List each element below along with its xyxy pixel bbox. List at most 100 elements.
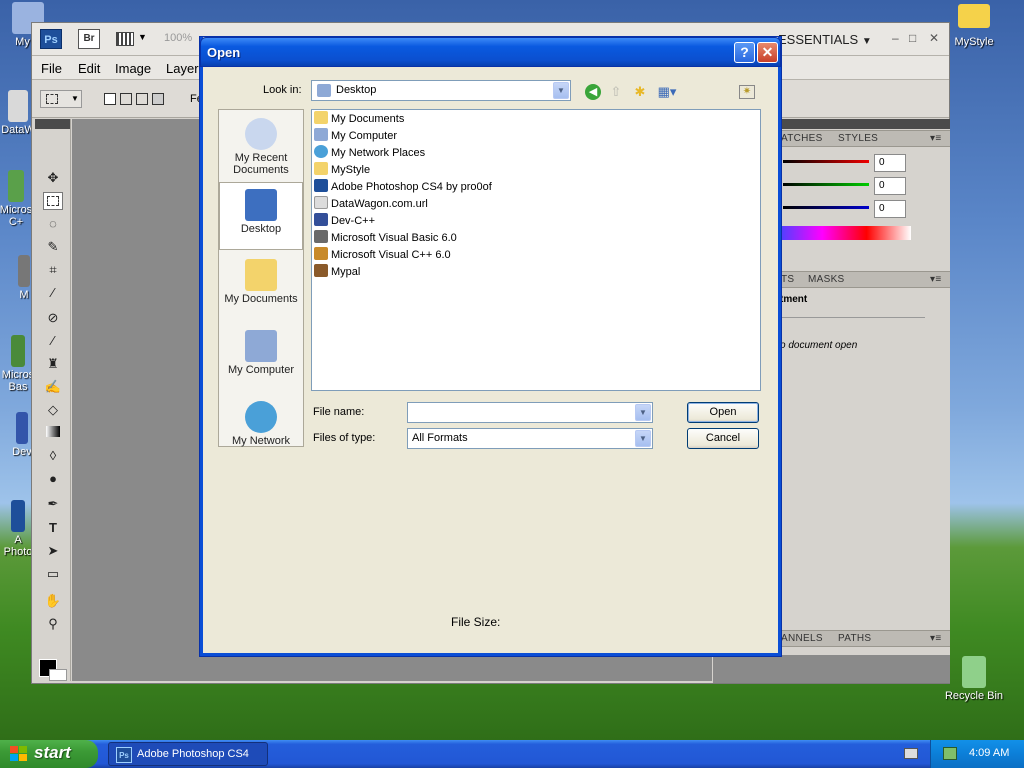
tool-preset-picker[interactable]: ▼ bbox=[40, 90, 82, 108]
selection-mode-subtract[interactable] bbox=[136, 93, 148, 105]
list-item[interactable]: Microsoft Visual Basic 6.0 bbox=[314, 230, 614, 247]
computer-icon bbox=[314, 128, 328, 141]
green-slider[interactable] bbox=[783, 183, 869, 186]
workspace-switcher[interactable]: ESSENTIALS ▼ bbox=[778, 32, 872, 47]
look-in-dropdown[interactable]: Desktop ▼ bbox=[311, 80, 571, 101]
up-folder-icon[interactable]: ⇧ bbox=[607, 83, 625, 101]
list-item[interactable]: DataWagon.com.url bbox=[314, 196, 614, 213]
list-item[interactable]: Dev-C++ bbox=[314, 213, 614, 230]
list-item[interactable]: Mypal bbox=[314, 264, 614, 281]
type-tool-icon[interactable]: T bbox=[43, 519, 63, 537]
place-recent-documents[interactable]: My Recent Documents bbox=[219, 112, 303, 182]
brush-tool-icon[interactable]: ∕ bbox=[43, 332, 63, 350]
pen-tool-icon[interactable]: ✒ bbox=[43, 495, 63, 513]
list-item[interactable]: My Documents bbox=[314, 111, 614, 128]
desktop-icon-label: M bbox=[19, 289, 29, 301]
zoom-tool-icon[interactable]: ⚲ bbox=[43, 615, 63, 633]
hand-tool-icon[interactable]: ✋ bbox=[43, 592, 63, 610]
menu-file[interactable]: File bbox=[41, 61, 62, 76]
tab-styles[interactable]: STYLES bbox=[838, 133, 878, 144]
eraser-tool-icon[interactable]: ◇ bbox=[43, 401, 63, 419]
selection-mode-add[interactable] bbox=[120, 93, 132, 105]
lasso-tool-icon[interactable]: ◌ bbox=[43, 215, 63, 233]
desktop-icon-recycle-bin[interactable]: Recycle Bin bbox=[942, 656, 1006, 702]
tab-channels[interactable]: ANNELS bbox=[781, 633, 823, 644]
open-button[interactable]: Open bbox=[687, 402, 759, 423]
quick-select-tool-icon[interactable]: ✎ bbox=[43, 238, 63, 256]
taskbar-item-label: Adobe Photoshop CS4 bbox=[137, 748, 249, 760]
tab-masks[interactable]: MASKS bbox=[808, 274, 845, 285]
selection-mode-intersect[interactable] bbox=[152, 93, 164, 105]
background-color-swatch[interactable] bbox=[49, 669, 67, 681]
green-value-field[interactable]: 0 bbox=[874, 177, 906, 195]
panel-menu-icon[interactable]: ▾≡ bbox=[930, 133, 941, 144]
desktop-icon-mystyle[interactable]: MyStyle bbox=[942, 4, 1006, 48]
list-item[interactable]: MyStyle bbox=[314, 162, 614, 179]
chevron-down-icon[interactable]: ▼ bbox=[635, 404, 651, 421]
chevron-down-icon[interactable]: ▼ bbox=[138, 32, 147, 42]
files-of-type-dropdown[interactable]: All Formats ▼ bbox=[407, 428, 653, 449]
blue-value-field[interactable]: 0 bbox=[874, 200, 906, 218]
bridge-button[interactable]: Br bbox=[78, 29, 100, 49]
menu-layer[interactable]: Layer bbox=[166, 61, 199, 76]
ps-tools-panel: ✥ ◌ ✎ ⌗ ⁄ ⊘ ∕ ♜ ✍ ◇ ◊ ● ✒ T ➤ ▭ ✋ ⚲ bbox=[35, 119, 71, 681]
red-value-field[interactable]: 0 bbox=[874, 154, 906, 172]
list-item[interactable]: Adobe Photoshop CS4 by pro0of bbox=[314, 179, 614, 196]
keyboard-icon[interactable] bbox=[904, 748, 918, 759]
place-my-network[interactable]: My Network bbox=[219, 395, 303, 465]
close-button[interactable]: ✕ bbox=[757, 42, 778, 63]
path-select-tool-icon[interactable]: ➤ bbox=[43, 542, 63, 560]
file-name-field[interactable]: ▼ bbox=[407, 402, 653, 423]
cancel-button[interactable]: Cancel bbox=[687, 428, 759, 449]
red-slider[interactable] bbox=[783, 160, 869, 163]
tab-paths[interactable]: PATHS bbox=[838, 633, 871, 644]
menu-image[interactable]: Image bbox=[115, 61, 151, 76]
list-item[interactable]: My Network Places bbox=[314, 145, 614, 162]
place-desktop[interactable]: Desktop bbox=[219, 182, 303, 250]
panel-collapse-bar[interactable] bbox=[778, 119, 950, 129]
place-my-computer[interactable]: My Computer bbox=[219, 324, 303, 394]
view-extras-icon[interactable] bbox=[116, 32, 134, 46]
panel-menu-icon[interactable]: ▾≡ bbox=[930, 633, 941, 644]
help-button[interactable]: ? bbox=[734, 42, 755, 63]
taskbar-item-photoshop[interactable]: Ps Adobe Photoshop CS4 bbox=[108, 742, 268, 766]
blur-tool-icon[interactable]: ◊ bbox=[43, 447, 63, 465]
tab-adjustments[interactable]: TS bbox=[781, 274, 794, 285]
start-button[interactable]: start bbox=[0, 740, 98, 768]
list-item[interactable]: My Computer bbox=[314, 128, 614, 145]
gradient-tool-icon[interactable] bbox=[43, 424, 63, 442]
minimize-button[interactable]: ‒ bbox=[892, 31, 899, 45]
crop-tool-icon[interactable]: ⌗ bbox=[43, 261, 63, 279]
history-brush-tool-icon[interactable]: ✍ bbox=[43, 378, 63, 396]
clock[interactable]: 4:09 AM bbox=[969, 747, 1009, 759]
eyedropper-tool-icon[interactable]: ⁄ bbox=[43, 284, 63, 302]
computer-icon bbox=[245, 330, 277, 362]
dodge-tool-icon[interactable]: ● bbox=[43, 470, 63, 488]
restore-button[interactable]: □ bbox=[909, 31, 916, 45]
blue-slider[interactable] bbox=[783, 206, 869, 209]
panel-menu-icon[interactable]: ▾≡ bbox=[930, 274, 941, 285]
dialog-title-bar[interactable]: Open ? ✕ bbox=[200, 37, 781, 67]
marquee-tool-icon[interactable] bbox=[43, 192, 63, 210]
mypal-icon bbox=[18, 255, 30, 287]
list-item[interactable]: Microsoft Visual C++ 6.0 bbox=[314, 247, 614, 264]
color-spectrum-bar[interactable] bbox=[778, 226, 911, 240]
clone-stamp-tool-icon[interactable]: ♜ bbox=[43, 355, 63, 373]
desktop-icon-label: Photo bbox=[3, 546, 33, 558]
place-my-documents[interactable]: My Documents bbox=[219, 253, 303, 323]
favorites-icon[interactable]: ✷ bbox=[739, 85, 755, 99]
file-list[interactable]: My Documents My Computer My Network Plac… bbox=[311, 109, 761, 391]
file-name: Adobe Photoshop CS4 by pro0of bbox=[331, 181, 492, 193]
move-tool-icon[interactable]: ✥ bbox=[43, 169, 63, 187]
tab-swatches[interactable]: ATCHES bbox=[781, 133, 823, 144]
shape-tool-icon[interactable]: ▭ bbox=[43, 565, 63, 583]
new-folder-icon[interactable]: ✱ bbox=[631, 83, 649, 101]
close-button[interactable]: ✕ bbox=[929, 31, 939, 45]
healing-brush-tool-icon[interactable]: ⊘ bbox=[43, 309, 63, 327]
view-menu-icon[interactable]: ▦▾ bbox=[655, 83, 679, 101]
network-tray-icon[interactable] bbox=[943, 747, 957, 760]
zoom-level[interactable]: 100% bbox=[164, 32, 192, 44]
back-icon[interactable]: ◀ bbox=[585, 84, 601, 100]
menu-edit[interactable]: Edit bbox=[78, 61, 100, 76]
selection-mode-new[interactable] bbox=[104, 93, 116, 105]
